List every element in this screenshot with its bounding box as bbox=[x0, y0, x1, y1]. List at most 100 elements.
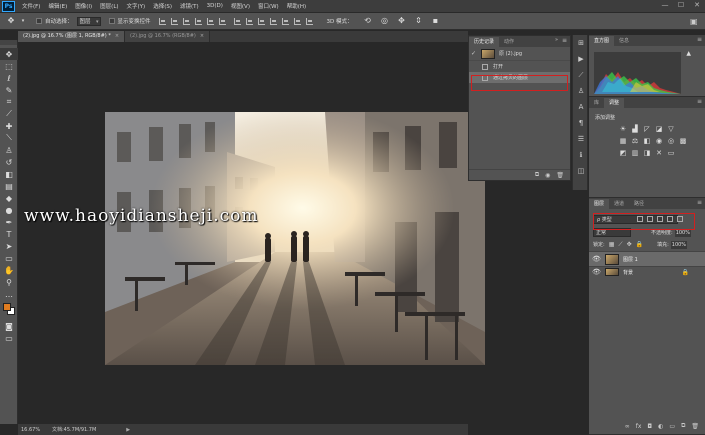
more-tools-icon[interactable]: … bbox=[0, 288, 18, 300]
lock-all-icon[interactable]: 🔒 bbox=[636, 241, 643, 248]
3d-roll-icon[interactable]: ◎ bbox=[380, 16, 390, 26]
clone-source-icon[interactable]: ♙ bbox=[573, 83, 589, 99]
quick-select-tool-icon[interactable]: ✎ bbox=[0, 84, 18, 96]
photo-filter-icon[interactable]: ◉ bbox=[655, 137, 663, 145]
brush-source-icon[interactable]: ✓ bbox=[471, 50, 479, 57]
path-select-tool-icon[interactable]: ➤ bbox=[0, 240, 18, 252]
black-white-icon[interactable]: ◧ bbox=[643, 137, 651, 145]
eyedropper-tool-icon[interactable]: ⟋ bbox=[0, 108, 18, 120]
workspace-icon[interactable]: ▣ bbox=[690, 17, 699, 26]
properties-panel-icon[interactable]: ☰ bbox=[573, 131, 589, 147]
auto-select-checkbox[interactable] bbox=[36, 18, 42, 24]
quick-mask-icon[interactable]: ◙ bbox=[0, 320, 18, 332]
new-snapshot-icon[interactable]: ◉ bbox=[545, 172, 550, 179]
info-panel-icon[interactable]: ℹ bbox=[573, 147, 589, 163]
collapse-icon[interactable]: » bbox=[555, 37, 558, 43]
color-swatches[interactable] bbox=[0, 302, 18, 320]
crop-tool-icon[interactable]: ⌗ bbox=[0, 96, 18, 108]
foreground-color-swatch[interactable] bbox=[3, 303, 11, 311]
close-button[interactable]: ✕ bbox=[693, 1, 701, 10]
history-snapshot[interactable]: ✓ 原 (2).jpg bbox=[469, 47, 570, 61]
history-panel-icon[interactable]: ⊞ bbox=[573, 35, 589, 51]
distribute-left-icon[interactable] bbox=[269, 17, 277, 25]
brightness-contrast-icon[interactable]: ☀ bbox=[619, 125, 627, 133]
distribute-top-icon[interactable] bbox=[233, 17, 241, 25]
doc-tab[interactable]: (2).jpg @ 16.7% (RGB/8#) × bbox=[125, 31, 211, 42]
layer-style-icon[interactable]: fx bbox=[636, 423, 642, 430]
layer-comps-icon[interactable]: ◫ bbox=[573, 163, 589, 179]
gradient-tool-icon[interactable]: ▤ bbox=[0, 180, 18, 192]
distribute-bottom-icon[interactable] bbox=[257, 17, 265, 25]
gradient-map-icon[interactable]: ▭ bbox=[667, 149, 675, 157]
distribute-vcenter-icon[interactable] bbox=[245, 17, 253, 25]
tab-paths[interactable]: 路径 bbox=[629, 199, 649, 209]
align-top-icon[interactable] bbox=[158, 17, 166, 25]
align-right-icon[interactable] bbox=[218, 17, 226, 25]
type-tool-icon[interactable]: T bbox=[0, 228, 18, 240]
lock-pixels-icon[interactable]: ⟋ bbox=[618, 241, 622, 249]
tab-channels[interactable]: 通道 bbox=[609, 199, 629, 209]
panel-menu-icon[interactable]: ≡ bbox=[697, 199, 702, 206]
tab-histogram[interactable]: 直方图 bbox=[589, 36, 615, 46]
link-layers-icon[interactable]: ∞ bbox=[625, 423, 630, 430]
doc-tab-active[interactable]: (2).jpg @ 16.7% (图层 1, RGB/8#) * × bbox=[18, 31, 126, 42]
channel-mixer-icon[interactable]: ◎ bbox=[667, 137, 675, 145]
auto-align-icon[interactable] bbox=[305, 17, 313, 25]
vibrance-icon[interactable]: ▽ bbox=[667, 125, 675, 133]
menu-filter[interactable]: 滤镜(T) bbox=[176, 2, 203, 10]
invert-icon[interactable]: ◩ bbox=[619, 149, 627, 157]
tab-info[interactable]: 信息 bbox=[614, 36, 634, 46]
tab-libraries[interactable]: 库 bbox=[589, 98, 604, 108]
menu-window[interactable]: 窗口(W) bbox=[254, 2, 283, 10]
minimize-button[interactable]: — bbox=[661, 1, 669, 10]
menu-file[interactable]: 文件(F) bbox=[18, 2, 44, 10]
dodge-tool-icon[interactable]: ● bbox=[0, 204, 18, 216]
menu-layer[interactable]: 图层(L) bbox=[96, 2, 122, 10]
actions-panel-icon[interactable]: ▶ bbox=[573, 51, 589, 67]
panel-grip[interactable] bbox=[0, 40, 17, 45]
posterize-icon[interactable]: ▥ bbox=[631, 149, 639, 157]
zoom-level[interactable]: 16.67% bbox=[18, 427, 44, 433]
panel-menu-icon[interactable]: ≡ bbox=[562, 37, 567, 44]
tab-history[interactable]: 历史记录 bbox=[469, 37, 500, 47]
layer-row-background[interactable]: 👁 背景 🔒 bbox=[589, 266, 705, 277]
visibility-eye-icon[interactable]: 👁 bbox=[592, 255, 602, 263]
status-menu-arrow-icon[interactable]: ▶ bbox=[126, 427, 130, 433]
align-bottom-icon[interactable] bbox=[182, 17, 190, 25]
auto-select-dropdown[interactable]: 图层 bbox=[76, 16, 101, 26]
canvas-area[interactable]: www.haoyidiansheji.com bbox=[18, 42, 485, 424]
delete-icon[interactable]: 🗑 bbox=[556, 172, 564, 179]
panel-menu-icon[interactable]: ≡ bbox=[697, 36, 702, 43]
cache-warning-icon[interactable]: ▲ bbox=[686, 50, 691, 57]
hand-tool-icon[interactable]: ✋ bbox=[0, 264, 18, 276]
history-brush-tool-icon[interactable]: ↺ bbox=[0, 156, 18, 168]
tab-adjustments[interactable]: 调整 bbox=[604, 98, 625, 108]
3d-rotate-icon[interactable]: ⟲ bbox=[363, 16, 373, 26]
lock-transparent-icon[interactable]: ▦ bbox=[609, 241, 615, 248]
3d-pan-icon[interactable]: ✥ bbox=[397, 16, 407, 26]
close-tab-icon[interactable]: × bbox=[200, 31, 204, 42]
new-document-from-state-icon[interactable]: ⧉ bbox=[535, 171, 539, 179]
align-left-icon[interactable] bbox=[194, 17, 202, 25]
menu-edit[interactable]: 编辑(E) bbox=[44, 2, 71, 10]
menu-3d[interactable]: 3D(D) bbox=[203, 3, 227, 9]
color-balance-icon[interactable]: ⚖ bbox=[631, 137, 639, 145]
align-vcenter-icon[interactable] bbox=[170, 17, 178, 25]
lock-position-icon[interactable]: ✥ bbox=[627, 241, 632, 248]
new-layer-icon[interactable]: ⧉ bbox=[681, 422, 685, 430]
pen-tool-icon[interactable]: ✒ bbox=[0, 216, 18, 228]
fill-input[interactable]: 100% bbox=[670, 240, 687, 249]
clone-stamp-tool-icon[interactable]: ♙ bbox=[0, 144, 18, 156]
visibility-eye-icon[interactable]: 👁 bbox=[592, 268, 602, 276]
menu-help[interactable]: 帮助(H) bbox=[283, 2, 310, 10]
marquee-tool-icon[interactable]: ⬚ bbox=[0, 60, 18, 72]
color-lookup-icon[interactable]: ▩ bbox=[679, 137, 687, 145]
threshold-icon[interactable]: ◨ bbox=[643, 149, 651, 157]
maximize-button[interactable]: ☐ bbox=[677, 1, 685, 10]
shape-tool-icon[interactable]: ▭ bbox=[0, 252, 18, 264]
levels-icon[interactable]: ▟ bbox=[631, 125, 639, 133]
tab-actions[interactable]: 动作 bbox=[499, 37, 519, 47]
menu-type[interactable]: 文字(Y) bbox=[123, 2, 150, 10]
blur-tool-icon[interactable]: ◆ bbox=[0, 192, 18, 204]
brush-panel-icon[interactable]: ⟋ bbox=[573, 67, 589, 83]
